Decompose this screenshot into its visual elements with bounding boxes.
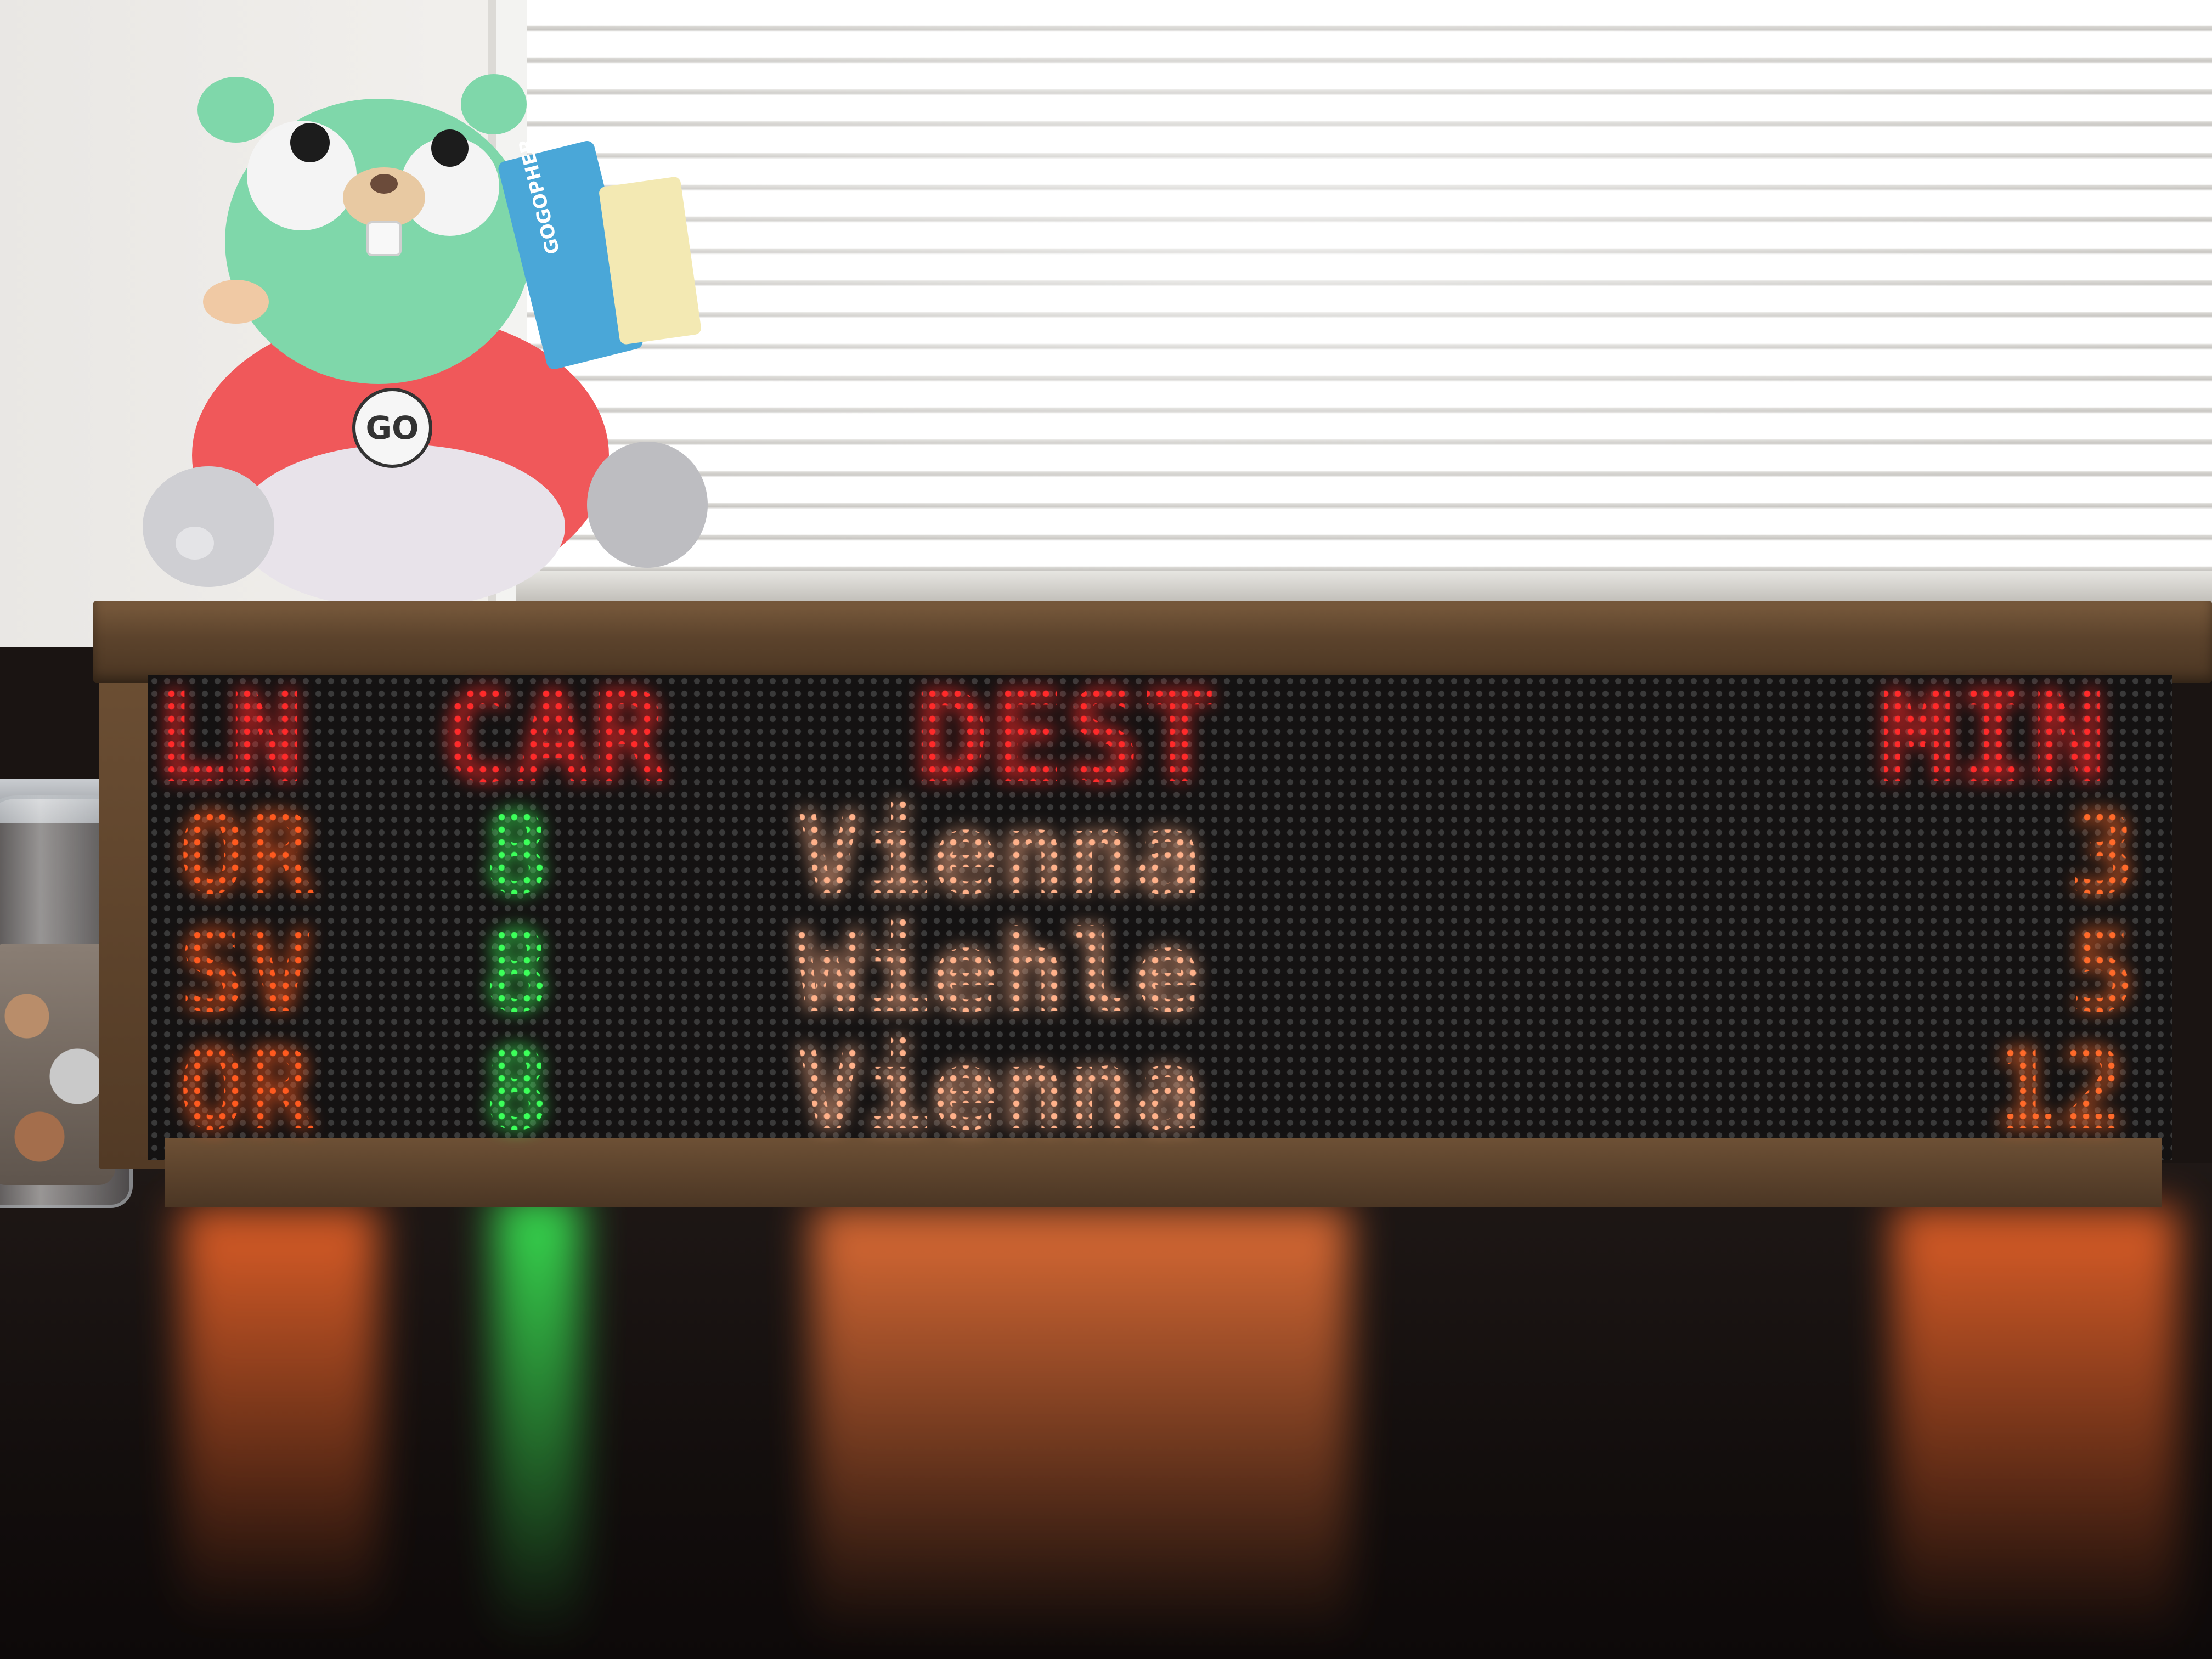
window-light — [527, 0, 2212, 592]
plush-foot-right — [587, 442, 708, 568]
plush-hand — [203, 280, 269, 324]
gopher-plush: GO GOGOPHER — [143, 74, 708, 609]
row-2-line: SV — [178, 907, 314, 1037]
reflection-car — [494, 1196, 582, 1646]
row-1-dest: Vienna — [795, 789, 1202, 919]
plush-nose — [370, 174, 398, 194]
row-3-dest: Vienna — [795, 1025, 1202, 1155]
header-car: CAR — [439, 664, 667, 811]
plush-foot-left — [143, 466, 274, 587]
plush-belly — [236, 444, 565, 609]
header-min: MIN — [1879, 664, 2107, 811]
reflection-line — [181, 1207, 379, 1624]
row-2-car: 8 — [483, 907, 551, 1037]
plush-ear-left — [198, 77, 274, 143]
header-dest: DEST — [913, 664, 1217, 811]
row-3-min: 12 — [1991, 1025, 2127, 1155]
reflection-dest — [812, 1207, 1350, 1646]
row-3-line: OR — [178, 1025, 314, 1155]
plush-pupil-left — [290, 123, 330, 162]
plush-teeth — [366, 221, 402, 256]
row-1-line: OR — [178, 789, 314, 919]
reflection-min — [1893, 1207, 2178, 1646]
row-3-car: 8 — [483, 1025, 551, 1155]
row-2-min: 5 — [2068, 907, 2136, 1037]
led-board: LN CAR DEST MIN LN CAR DEST MIN OR OR 8 … — [153, 664, 2136, 1155]
plush-go-text: GO — [366, 409, 419, 447]
header-line: LN — [153, 664, 304, 811]
row-1-min: 3 — [2068, 789, 2136, 919]
plush-hang-tag: GOGOPHER — [498, 136, 701, 370]
coins — [0, 944, 115, 1185]
row-1-car: 8 — [483, 789, 551, 919]
plush-ear-right — [461, 74, 527, 134]
plush-pupil-right — [431, 129, 469, 167]
row-2-dest: Wiehle — [795, 907, 1202, 1037]
